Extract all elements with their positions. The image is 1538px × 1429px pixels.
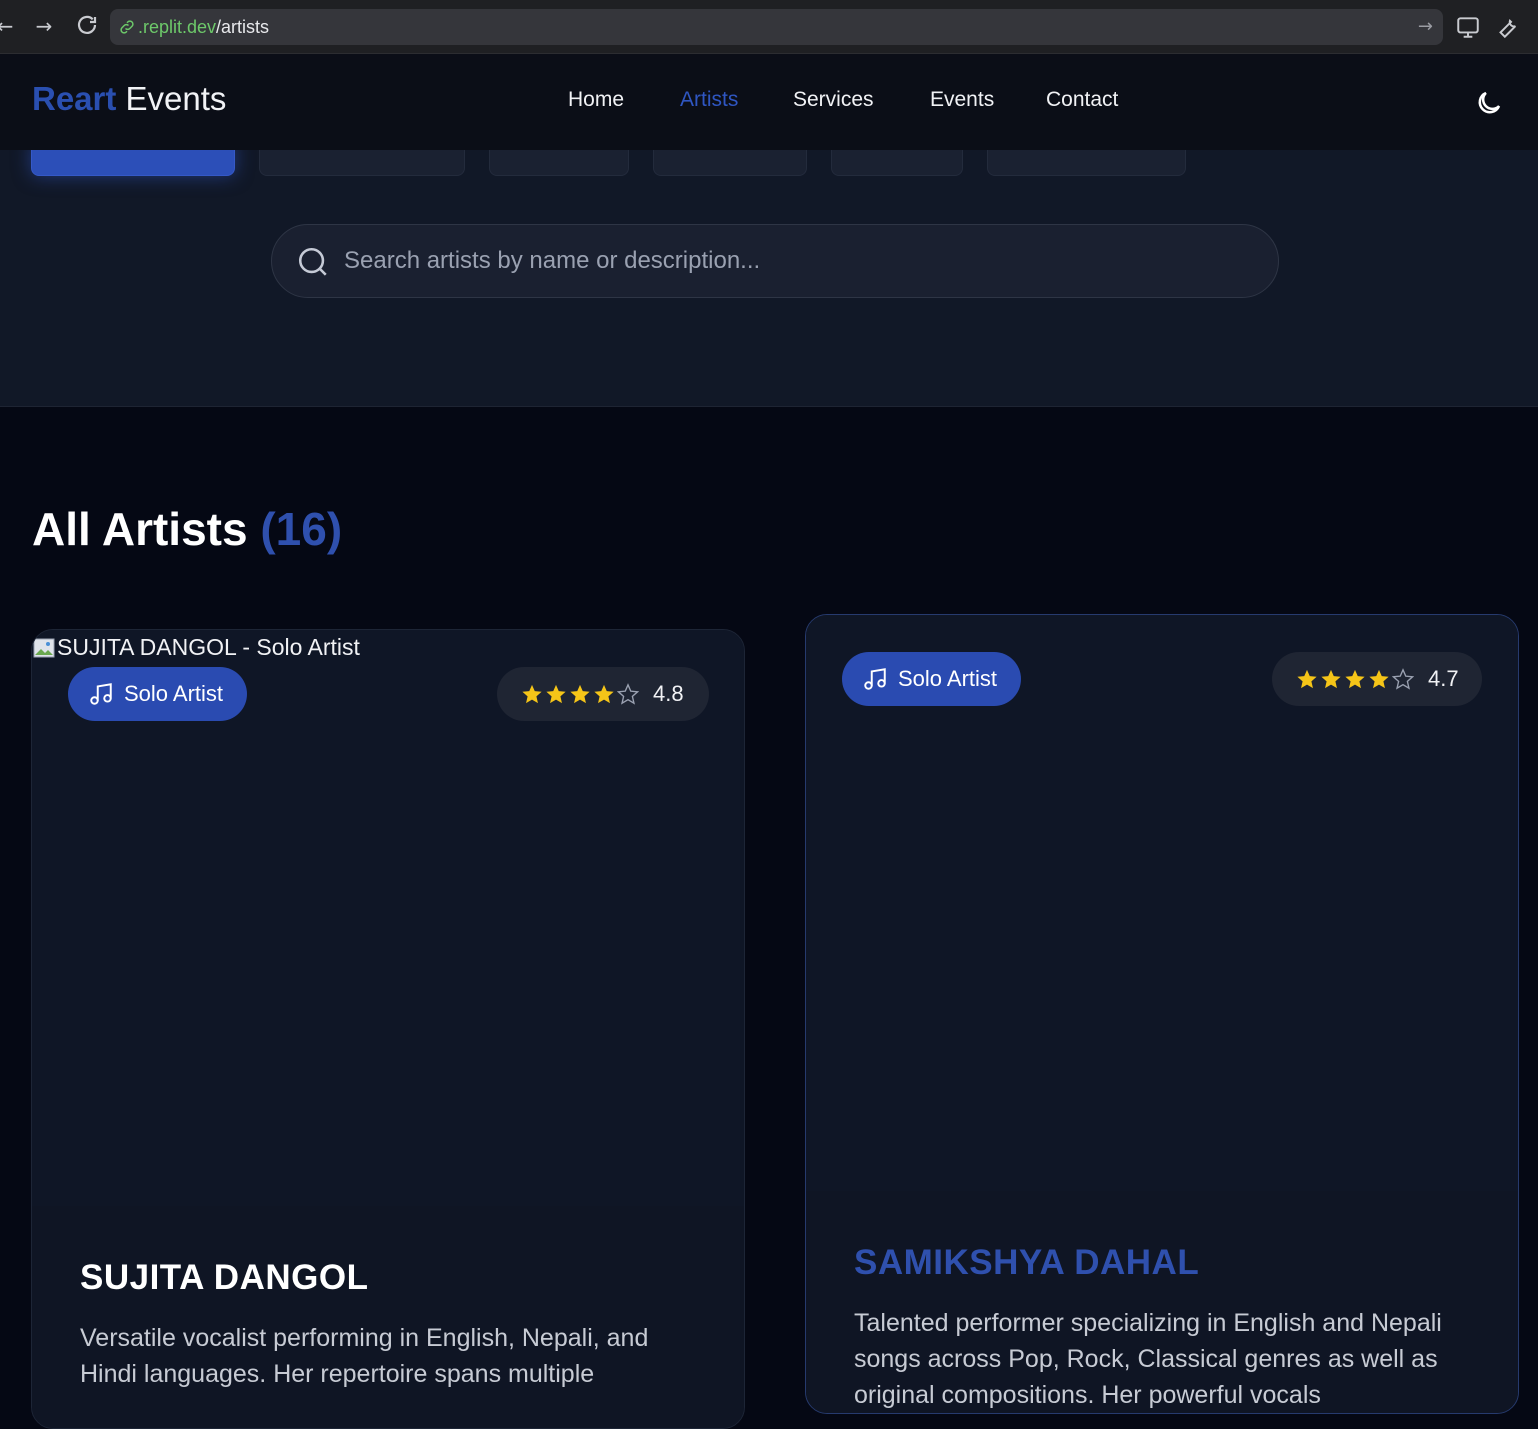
artist-type-badge: Solo Artist <box>68 667 248 721</box>
link-icon <box>120 20 134 34</box>
nav-contact[interactable]: Contact <box>1046 88 1118 112</box>
artist-count: (16) <box>260 503 343 555</box>
back-icon[interactable]: ← <box>0 13 18 39</box>
rating-value: 4.8 <box>653 681 684 706</box>
go-arrow-icon[interactable]: → <box>1418 16 1433 37</box>
star-filled-icon <box>546 684 566 704</box>
search-icon <box>298 247 327 276</box>
artist-type-label: Solo Artist <box>898 666 998 691</box>
artist-card[interactable]: Solo Artist 4.7 SAMIKSHYA DAHAL Talented… <box>805 614 1519 1414</box>
star-rating <box>1296 668 1414 690</box>
filter-section <box>0 142 1538 407</box>
artist-type-label: Solo Artist <box>124 681 224 706</box>
star-filled-icon <box>1297 669 1317 689</box>
broken-image-icon <box>33 638 55 658</box>
nav-artists[interactable]: Artists <box>680 88 738 112</box>
artist-type-badge: Solo Artist <box>842 652 1022 706</box>
forward-icon[interactable]: → <box>31 13 57 39</box>
section-title-text: All Artists <box>32 503 248 555</box>
star-filled-icon <box>1369 669 1389 689</box>
image-alt-text: SUJITA DANGOL - Solo Artist <box>33 634 360 661</box>
star-filled-icon <box>1345 669 1365 689</box>
artist-image: Solo Artist 4.7 <box>806 615 1518 1191</box>
artist-card-body: SUJITA DANGOL Versatile vocalist perform… <box>32 1206 744 1428</box>
music-note-icon <box>864 668 886 690</box>
site-header: Reart Events Home Artists Services Event… <box>0 54 1538 150</box>
artist-description: Versatile vocalist performing in English… <box>80 1324 649 1388</box>
device-preview-icon[interactable] <box>1455 14 1481 40</box>
logo[interactable]: Reart Events <box>32 80 226 118</box>
url-text: .replit.dev/artists <box>138 17 270 37</box>
music-note-icon <box>90 683 112 705</box>
search-input[interactable] <box>344 239 1244 283</box>
logo-brand: Reart <box>32 80 117 117</box>
artist-name[interactable]: SUJITA DANGOL <box>80 1258 368 1298</box>
search-bar[interactable] <box>271 224 1279 298</box>
star-empty-icon <box>617 683 639 705</box>
artist-card-body: SAMIKSHYA DAHAL Talented performer speci… <box>806 1191 1518 1413</box>
nav-events[interactable]: Events <box>930 88 994 112</box>
star-filled-icon <box>522 684 542 704</box>
artist-image: SUJITA DANGOL - Solo Artist Solo Artist … <box>32 630 744 1206</box>
artist-description: Talented performer specializing in Engli… <box>854 1309 1442 1409</box>
rating-badge: 4.7 <box>1272 652 1482 706</box>
star-filled-icon <box>1321 669 1341 689</box>
star-filled-icon <box>594 684 614 704</box>
rating-badge: 4.8 <box>497 667 709 721</box>
nav-home[interactable]: Home <box>568 88 624 112</box>
address-bar[interactable]: .replit.dev/artists → <box>110 9 1443 45</box>
wrench-icon[interactable] <box>1494 14 1520 40</box>
artist-card[interactable]: SUJITA DANGOL - Solo Artist Solo Artist … <box>31 629 745 1429</box>
star-filled-icon <box>570 684 590 704</box>
star-rating <box>521 683 639 705</box>
section-title: All Artists (16) <box>32 502 342 556</box>
reload-icon[interactable] <box>74 13 100 39</box>
nav-services[interactable]: Services <box>793 88 874 112</box>
star-empty-icon <box>1392 668 1414 690</box>
logo-text: Events <box>125 80 227 117</box>
artist-name[interactable]: SAMIKSHYA DAHAL <box>854 1243 1199 1283</box>
rating-value: 4.7 <box>1428 666 1459 691</box>
browser-toolbar: ← → .replit.dev/artists → <box>0 0 1538 54</box>
moon-icon[interactable] <box>1474 88 1504 118</box>
